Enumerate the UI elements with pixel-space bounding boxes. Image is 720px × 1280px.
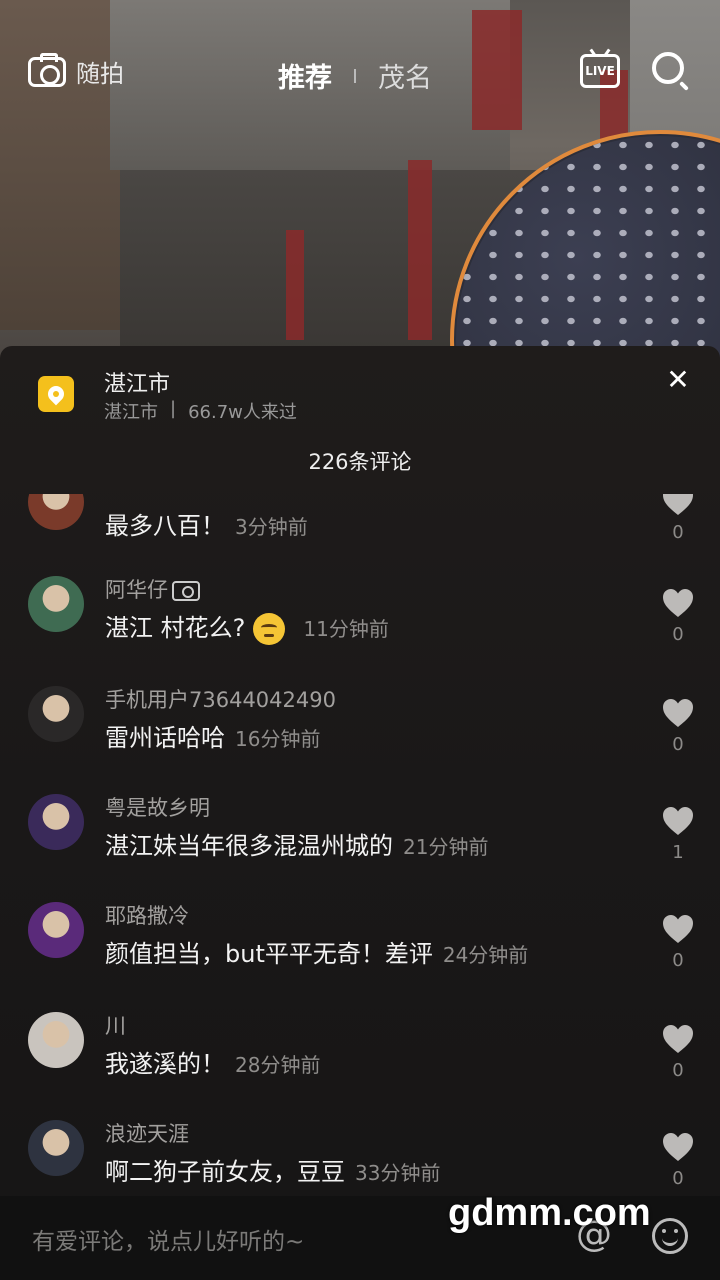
comment-item[interactable]: 手机用户73644042490 雷州话哈哈 16分钟前 0 <box>0 686 720 794</box>
avatar[interactable] <box>28 494 84 530</box>
live-icon[interactable]: LIVE <box>580 54 620 88</box>
comments-panel: 湛江市 湛江市 | 66.7w人来过 ✕ 226条评论 最多八百！ 3分钟前 0 阿华… <box>0 346 720 1280</box>
like-heart-icon[interactable] <box>662 1132 694 1162</box>
tab-local[interactable]: 茂名 <box>378 56 432 95</box>
comment-username[interactable]: 手机用户73644042490 <box>105 684 336 714</box>
live-label: LIVE <box>585 64 615 78</box>
comment-text: 啊二狗子前女友，豆豆 33分钟前 <box>105 1152 440 1187</box>
close-icon[interactable]: ✕ <box>664 366 692 394</box>
comment-time: 3分钟前 <box>235 515 308 539</box>
avatar[interactable] <box>28 686 84 742</box>
camera-button[interactable]: 随拍 <box>28 52 124 89</box>
tab-divider <box>354 68 356 83</box>
comment-username[interactable]: 浪迹天涯 <box>105 1118 189 1148</box>
avatar[interactable] <box>28 794 84 850</box>
avatar[interactable] <box>28 902 84 958</box>
comment-text: 最多八百！ 3分钟前 <box>105 506 308 541</box>
comments-count: 226条评论 <box>308 450 412 474</box>
location-city: 湛江市 <box>104 402 158 423</box>
location-subtitle: 湛江市 | 66.7w人来过 <box>104 398 297 424</box>
search-icon[interactable] <box>652 52 684 84</box>
like-heart-icon[interactable] <box>662 494 694 516</box>
comment-text: 颜值担当，but平平无奇！差评 24分钟前 <box>105 934 528 969</box>
comment-text: 我遂溪的！ 28分钟前 <box>105 1044 320 1079</box>
watermark: gdmm.com <box>448 1192 651 1234</box>
comment-body: 湛江 村花么? <box>105 614 246 642</box>
comment-time: 16分钟前 <box>235 727 321 751</box>
comment-username[interactable]: 川 <box>105 1010 126 1040</box>
like-heart-icon[interactable] <box>662 914 694 944</box>
avatar[interactable] <box>28 1012 84 1068</box>
username-text: 川 <box>105 1014 126 1038</box>
like-count: 1 <box>672 842 684 863</box>
tab-recommend[interactable]: 推荐 <box>278 56 332 95</box>
red-banner <box>408 160 432 340</box>
comment-time: 28分钟前 <box>235 1053 321 1077</box>
camera-icon <box>28 52 66 87</box>
camera-icon <box>172 581 200 601</box>
like-count: 0 <box>672 950 684 971</box>
username-text: 粤是故乡明 <box>105 796 210 820</box>
camera-label: 随拍 <box>76 60 124 88</box>
comment-username[interactable]: 耶路撒冷 <box>105 900 189 930</box>
location-visitors: 66.7w人来过 <box>188 402 297 423</box>
like-count: 0 <box>672 734 684 755</box>
like-heart-icon[interactable] <box>662 698 694 728</box>
comment-list[interactable]: 最多八百！ 3分钟前 0 阿华仔 湛江 村花么? 11分钟前 0 手机用户7364404249… <box>0 494 720 1194</box>
comment-text: 湛江妹当年很多混温州城的 21分钟前 <box>105 826 488 861</box>
like-heart-icon[interactable] <box>662 588 694 618</box>
comment-time: 11分钟前 <box>303 617 389 641</box>
like-count: 0 <box>672 624 684 645</box>
comment-body: 湛江妹当年很多混温州城的 <box>105 832 393 860</box>
location-separator: | <box>170 398 177 419</box>
comment-username[interactable]: 粤是故乡明 <box>105 792 210 822</box>
username-text: 浪迹天涯 <box>105 1122 189 1146</box>
comment-input[interactable]: 有爱评论，说点儿好听的~ <box>32 1222 304 1256</box>
like-count: 0 <box>672 1168 684 1189</box>
top-bar: 随拍 推荐 茂名 LIVE <box>0 40 720 104</box>
like-heart-icon[interactable] <box>662 806 694 836</box>
comment-time: 21分钟前 <box>403 835 489 859</box>
location-pin-icon <box>38 376 74 412</box>
comment-item[interactable]: 浪迹天涯啊二狗子前女友，豆豆 33分钟前 0 <box>0 1120 720 1194</box>
comment-text: 雷州话哈哈 16分钟前 <box>105 718 320 753</box>
like-heart-icon[interactable] <box>662 1024 694 1054</box>
username-text: 手机用户73644042490 <box>105 688 336 712</box>
comment-text: 湛江 村花么? 11分钟前 <box>105 608 389 645</box>
comment-body: 啊二狗子前女友，豆豆 <box>105 1158 345 1186</box>
thinking-face-icon <box>253 613 286 645</box>
like-count: 0 <box>672 522 684 543</box>
avatar[interactable] <box>28 1120 84 1176</box>
emoji-icon[interactable] <box>652 1218 688 1254</box>
like-count: 0 <box>672 1060 684 1081</box>
avatar[interactable] <box>28 576 84 632</box>
location-title[interactable]: 湛江市 <box>104 366 170 398</box>
comment-body: 颜值担当，but平平无奇！差评 <box>105 940 433 968</box>
comment-body: 最多八百！ <box>105 512 225 540</box>
comment-time: 33分钟前 <box>355 1161 441 1185</box>
comment-item[interactable]: 粤是故乡明湛江妹当年很多混温州城的 21分钟前 1 <box>0 794 720 902</box>
comment-item[interactable]: 最多八百！ 3分钟前 0 <box>0 494 720 582</box>
comment-item[interactable]: 阿华仔湛江 村花么? 11分钟前 0 <box>0 576 720 684</box>
feed-tabs: 推荐 茂名 <box>278 56 432 95</box>
comment-body: 雷州话哈哈 <box>105 724 225 752</box>
comment-time: 24分钟前 <box>442 943 529 967</box>
comment-item[interactable]: 川我遂溪的！ 28分钟前 0 <box>0 1012 720 1120</box>
comment-body: 我遂溪的！ <box>105 1050 225 1078</box>
comment-username[interactable]: 阿华仔 <box>105 574 200 604</box>
red-banner <box>286 230 304 340</box>
username-text: 耶路撒冷 <box>105 904 189 928</box>
comment-item[interactable]: 耶路撒冷颜值担当，but平平无奇！差评 24分钟前 0 <box>0 902 720 1010</box>
username-text: 阿华仔 <box>105 578 168 602</box>
